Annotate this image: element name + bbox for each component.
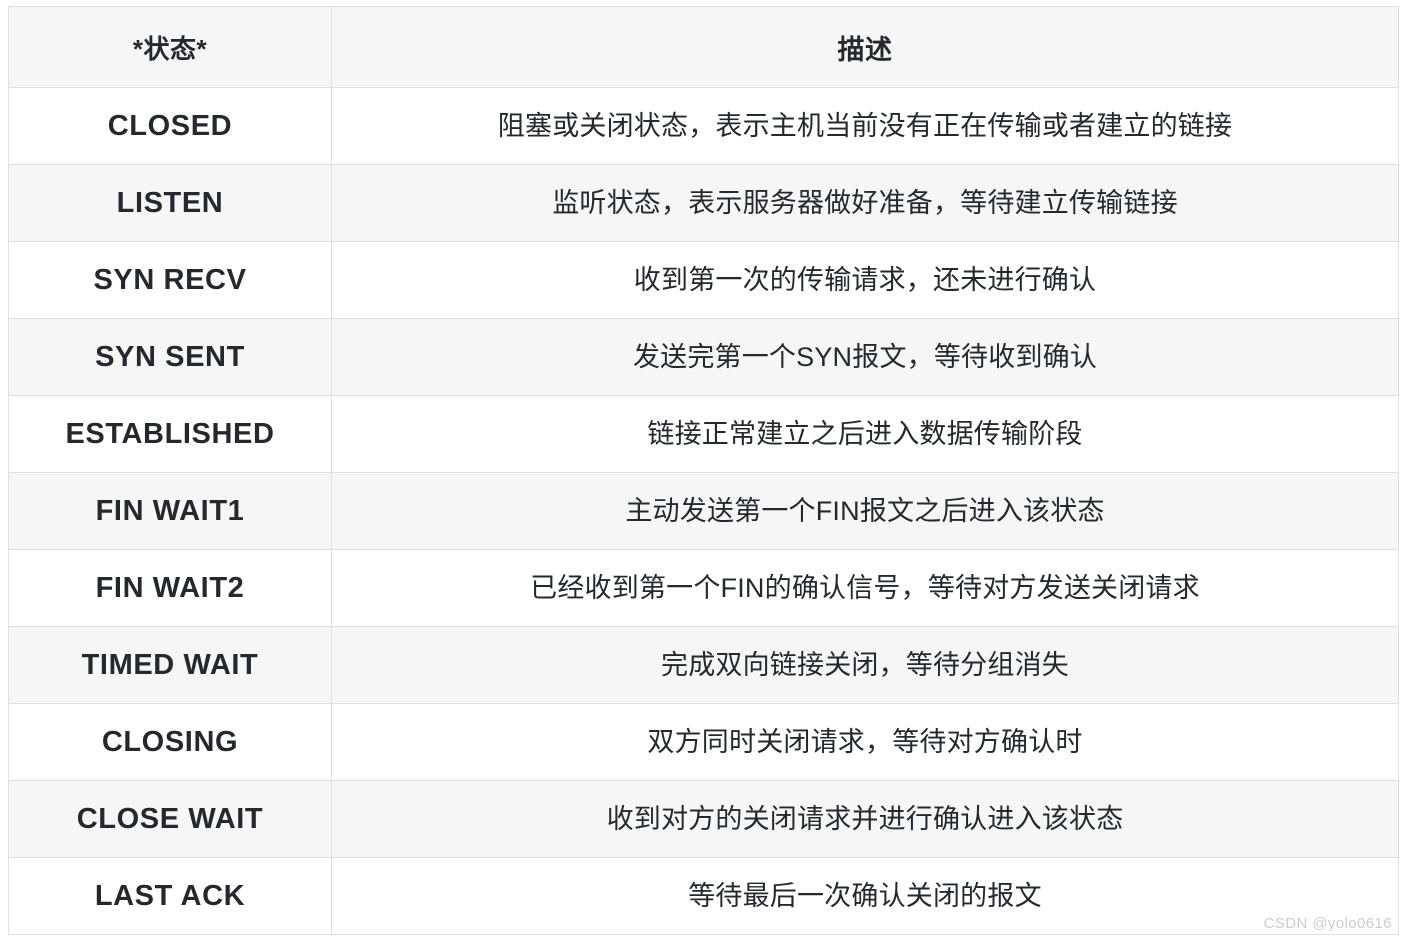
cell-description: 收到对方的关闭请求并进行确认进入该状态 xyxy=(331,780,1399,858)
cell-description: 等待最后一次确认关闭的报文 xyxy=(331,857,1399,935)
cell-description: 收到第一次的传输请求，还未进行确认 xyxy=(331,241,1399,319)
tcp-state-table-container: *状态* 描述 CLOSED 阻塞或关闭状态，表示主机当前没有正在传输或者建立的链… xyxy=(8,6,1399,935)
table-row: ESTABLISHED 链接正常建立之后进入数据传输阶段 xyxy=(8,395,1399,473)
table-row: LAST ACK 等待最后一次确认关闭的报文 xyxy=(8,857,1399,935)
table-row: CLOSE WAIT 收到对方的关闭请求并进行确认进入该状态 xyxy=(8,780,1399,858)
tcp-state-table: *状态* 描述 CLOSED 阻塞或关闭状态，表示主机当前没有正在传输或者建立的链… xyxy=(8,6,1399,935)
cell-description: 已经收到第一个FIN的确认信号，等待对方发送关闭请求 xyxy=(331,549,1399,627)
cell-state: SYN SENT xyxy=(8,318,332,396)
table-row: SYN RECV 收到第一次的传输请求，还未进行确认 xyxy=(8,241,1399,319)
table-row: FIN WAIT2 已经收到第一个FIN的确认信号，等待对方发送关闭请求 xyxy=(8,549,1399,627)
cell-state: LAST ACK xyxy=(8,857,332,935)
table-row: LISTEN 监听状态，表示服务器做好准备，等待建立传输链接 xyxy=(8,164,1399,242)
cell-state: TIMED WAIT xyxy=(8,626,332,704)
table-row: CLOSED 阻塞或关闭状态，表示主机当前没有正在传输或者建立的链接 xyxy=(8,87,1399,165)
cell-description: 链接正常建立之后进入数据传输阶段 xyxy=(331,395,1399,473)
cell-description: 阻塞或关闭状态，表示主机当前没有正在传输或者建立的链接 xyxy=(331,87,1399,165)
cell-description: 监听状态，表示服务器做好准备，等待建立传输链接 xyxy=(331,164,1399,242)
cell-state: LISTEN xyxy=(8,164,332,242)
cell-state: SYN RECV xyxy=(8,241,332,319)
cell-state: CLOSE WAIT xyxy=(8,780,332,858)
cell-state: CLOSING xyxy=(8,703,332,781)
page-root: *状态* 描述 CLOSED 阻塞或关闭状态，表示主机当前没有正在传输或者建立的链… xyxy=(0,0,1402,940)
table-body: CLOSED 阻塞或关闭状态，表示主机当前没有正在传输或者建立的链接 LISTEN 监… xyxy=(8,87,1399,935)
cell-description: 发送完第一个SYN报文，等待收到确认 xyxy=(331,318,1399,396)
column-header-state: *状态* xyxy=(8,6,332,88)
cell-description: 主动发送第一个FIN报文之后进入该状态 xyxy=(331,472,1399,550)
csdn-watermark: CSDN @yolo0616 xyxy=(1263,915,1392,932)
cell-state: ESTABLISHED xyxy=(8,395,332,473)
table-row: SYN SENT 发送完第一个SYN报文，等待收到确认 xyxy=(8,318,1399,396)
cell-state: CLOSED xyxy=(8,87,332,165)
cell-state: FIN WAIT1 xyxy=(8,472,332,550)
table-header-row: *状态* 描述 xyxy=(8,6,1399,88)
cell-description: 双方同时关闭请求，等待对方确认时 xyxy=(331,703,1399,781)
column-header-description: 描述 xyxy=(331,6,1399,88)
table-row: TIMED WAIT 完成双向链接关闭，等待分组消失 xyxy=(8,626,1399,704)
cell-state: FIN WAIT2 xyxy=(8,549,332,627)
table-row: FIN WAIT1 主动发送第一个FIN报文之后进入该状态 xyxy=(8,472,1399,550)
cell-description: 完成双向链接关闭，等待分组消失 xyxy=(331,626,1399,704)
table-row: CLOSING 双方同时关闭请求，等待对方确认时 xyxy=(8,703,1399,781)
table-header: *状态* 描述 xyxy=(8,6,1399,88)
